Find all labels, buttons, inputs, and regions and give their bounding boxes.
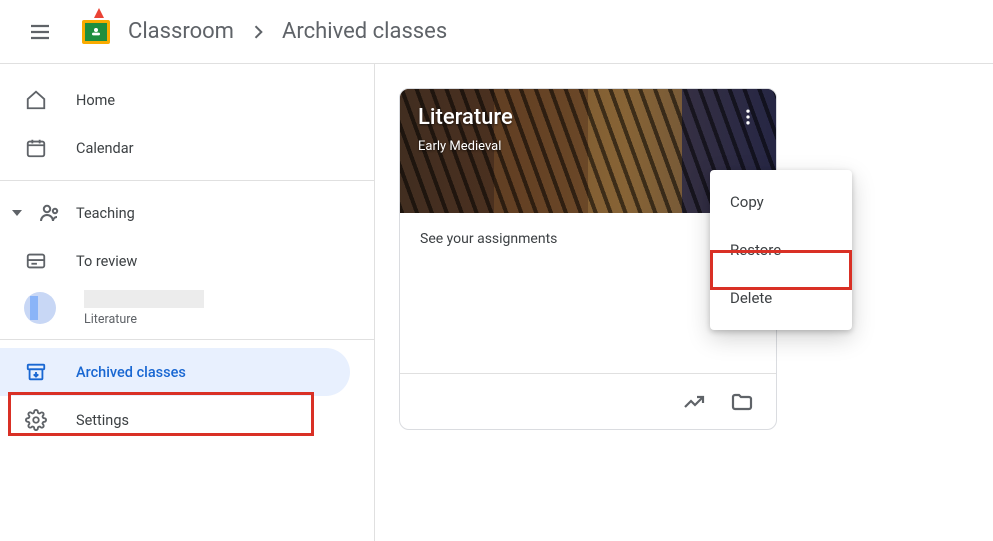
class-subtitle: Literature xyxy=(84,312,204,327)
sidebar-item-label: Archived classes xyxy=(76,364,186,381)
card-title[interactable]: Literature xyxy=(418,105,513,130)
sidebar-item-calendar[interactable]: Calendar xyxy=(0,124,374,172)
context-menu: Copy Restore Delete xyxy=(710,170,852,330)
calendar-icon xyxy=(24,136,48,160)
card-footer xyxy=(400,373,776,429)
more-vert-icon xyxy=(738,107,758,127)
sidebar-item-label: Teaching xyxy=(76,205,135,222)
breadcrumb: Classroom Archived classes xyxy=(128,19,447,44)
chevron-right-icon xyxy=(248,22,268,42)
sidebar: Home Calendar Teaching To review xyxy=(0,64,375,541)
sidebar-item-teaching[interactable]: Teaching xyxy=(0,189,374,237)
trending-up-icon[interactable] xyxy=(682,390,706,414)
breadcrumb-current: Archived classes xyxy=(282,19,447,44)
content-area: Literature Early Medieval See your assig… xyxy=(375,64,993,541)
card-subtitle: Early Medieval xyxy=(418,139,501,154)
card-more-button[interactable] xyxy=(730,99,766,135)
breadcrumb-root[interactable]: Classroom xyxy=(128,19,234,44)
classroom-logo xyxy=(80,16,112,48)
app-header: Classroom Archived classes xyxy=(0,0,993,64)
caret-down-icon xyxy=(10,208,24,218)
class-name-redacted xyxy=(84,290,204,308)
home-icon xyxy=(24,88,48,112)
inbox-icon xyxy=(24,249,48,273)
sidebar-item-label: Home xyxy=(76,92,115,109)
assignments-link[interactable]: See your assignments xyxy=(420,231,557,247)
sidebar-item-label: To review xyxy=(76,253,137,270)
menu-item-delete[interactable]: Delete xyxy=(710,274,852,322)
main-menu-button[interactable] xyxy=(16,8,64,56)
sidebar-item-label: Settings xyxy=(76,412,129,429)
people-icon xyxy=(38,201,62,225)
archive-icon xyxy=(24,360,48,384)
sidebar-item-to-review[interactable]: To review xyxy=(0,237,374,285)
sidebar-item-archived[interactable]: Archived classes xyxy=(0,348,350,396)
hamburger-icon xyxy=(28,20,52,44)
sidebar-item-label: Calendar xyxy=(76,140,134,157)
menu-item-copy[interactable]: Copy xyxy=(710,178,852,226)
class-color-swatch xyxy=(24,292,56,324)
menu-item-restore[interactable]: Restore xyxy=(710,226,852,274)
sidebar-item-class[interactable]: Literature xyxy=(0,285,374,331)
sidebar-item-settings[interactable]: Settings xyxy=(0,396,374,444)
folder-icon[interactable] xyxy=(730,390,754,414)
gear-icon xyxy=(24,408,48,432)
sidebar-item-home[interactable]: Home xyxy=(0,76,374,124)
